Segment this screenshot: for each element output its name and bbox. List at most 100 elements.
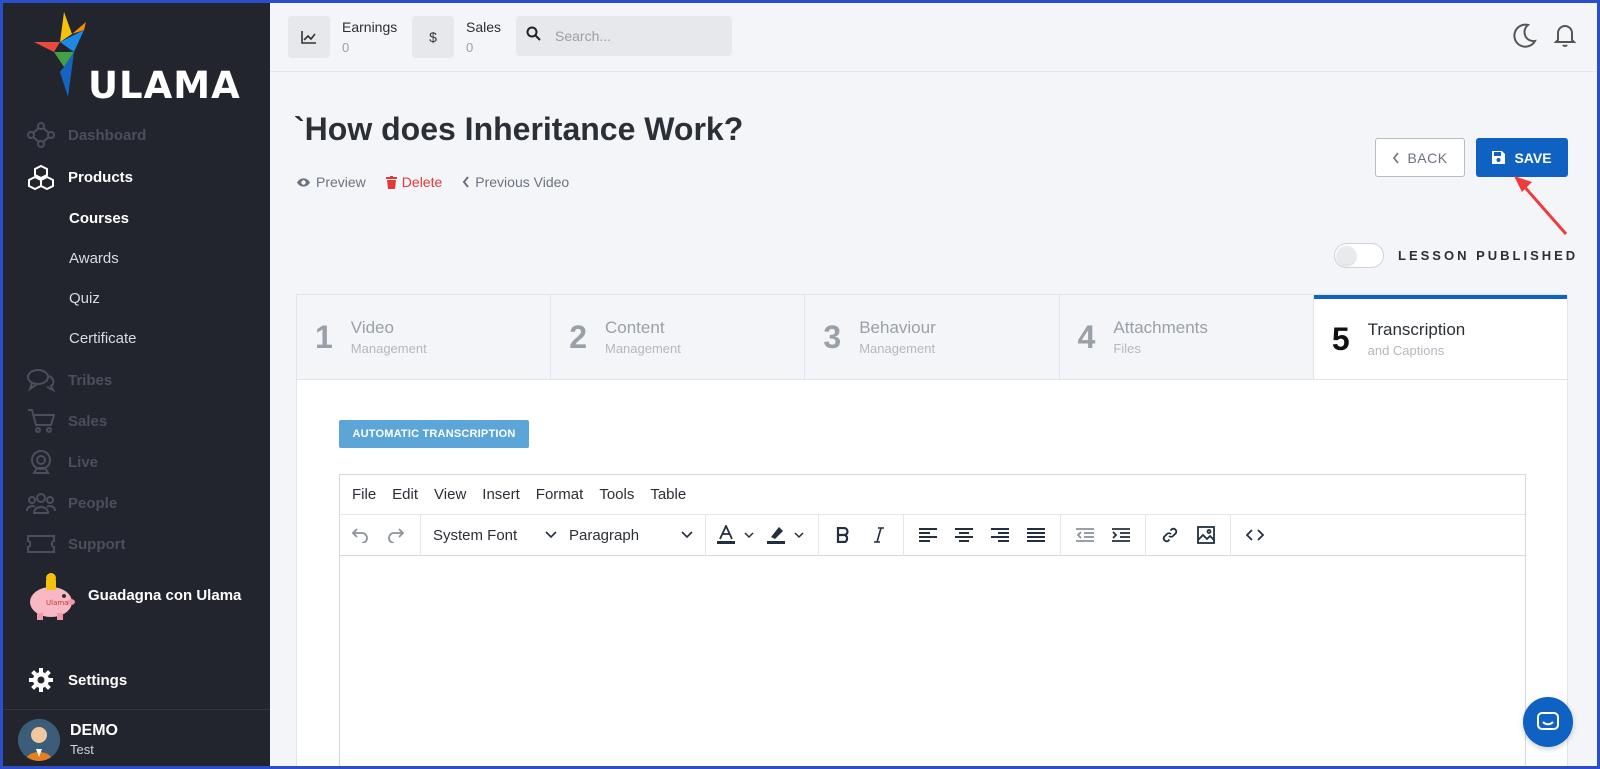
bold-button[interactable] bbox=[825, 519, 861, 551]
align-group bbox=[904, 514, 1061, 556]
align-left-button[interactable] bbox=[910, 519, 946, 551]
insert-link-button[interactable] bbox=[1152, 519, 1188, 551]
trash-icon bbox=[385, 175, 397, 189]
style-group bbox=[819, 514, 904, 556]
sidebar-subitem-courses[interactable]: Courses bbox=[69, 210, 129, 227]
editor-content-area[interactable] bbox=[340, 556, 1525, 769]
sidebar-item-tribes[interactable]: Tribes bbox=[26, 365, 112, 395]
sidebar-item-label: Support bbox=[68, 535, 126, 553]
undo-button[interactable] bbox=[342, 519, 378, 551]
insert-image-button[interactable] bbox=[1188, 519, 1224, 551]
notifications-button[interactable] bbox=[1552, 22, 1578, 48]
chat-launcher[interactable] bbox=[1523, 697, 1573, 747]
svg-text:Ulama: Ulama bbox=[46, 599, 68, 607]
highlight-color-button[interactable] bbox=[762, 519, 812, 551]
sidebar-item-settings[interactable]: Settings bbox=[26, 665, 127, 695]
tab-attachments-files[interactable]: 4 Attachments Files bbox=[1060, 295, 1314, 379]
sidebar-subitem-awards[interactable]: Awards bbox=[69, 250, 119, 267]
step-sublabel: and Captions bbox=[1367, 343, 1445, 358]
align-center-button[interactable] bbox=[946, 519, 982, 551]
menu-insert[interactable]: Insert bbox=[482, 486, 520, 503]
tab-behaviour-management[interactable]: 3 Behaviour Management bbox=[805, 295, 1060, 379]
editor-toolbar: System Font Paragraph bbox=[340, 514, 1525, 556]
menu-edit[interactable]: Edit bbox=[392, 486, 418, 503]
preview-link[interactable]: Preview bbox=[296, 174, 366, 190]
lesson-published-label: LESSON PUBLISHED bbox=[1398, 248, 1579, 263]
previous-video-link[interactable]: Previous Video bbox=[462, 174, 569, 190]
eye-icon bbox=[297, 177, 310, 187]
dark-mode-toggle[interactable] bbox=[1512, 22, 1538, 48]
menu-format[interactable]: Format bbox=[536, 486, 584, 503]
block-format-value: Paragraph bbox=[569, 526, 640, 544]
step-sublabel: Management bbox=[859, 341, 936, 356]
sidebar-item-dashboard[interactable]: Dashboard bbox=[26, 120, 146, 150]
promo-earn[interactable]: Ulama Guadagna con Ulama bbox=[24, 568, 241, 622]
align-right-icon bbox=[991, 528, 1009, 542]
brand-logo[interactable]: ULAMA bbox=[34, 12, 244, 107]
align-right-button[interactable] bbox=[982, 519, 1018, 551]
sidebar-item-products[interactable]: Products bbox=[26, 162, 133, 192]
lesson-steps: 1 Video Management 2 Content Management 3 … bbox=[296, 294, 1568, 380]
italic-button[interactable] bbox=[861, 519, 897, 551]
step-sublabel: Management bbox=[605, 341, 681, 356]
sidebar-item-label: Products bbox=[68, 168, 134, 186]
sidebar-item-sales[interactable]: Sales bbox=[26, 406, 107, 436]
user-profile[interactable]: DEMO Test bbox=[0, 709, 270, 769]
indent-button[interactable] bbox=[1103, 519, 1139, 551]
ticket-icon bbox=[26, 529, 56, 559]
redo-button[interactable] bbox=[378, 519, 414, 551]
menu-view[interactable]: View bbox=[434, 486, 466, 503]
delete-link[interactable]: Delete bbox=[385, 174, 443, 190]
chat-bubbles-icon bbox=[26, 365, 56, 395]
step-label: Behaviour bbox=[859, 318, 936, 337]
menu-table[interactable]: Table bbox=[650, 486, 686, 503]
text-color-button[interactable] bbox=[712, 519, 762, 551]
tab-transcription-captions[interactable]: 5 Transcription and Captions bbox=[1313, 295, 1568, 379]
sidebar-subitem-certificate[interactable]: Certificate bbox=[69, 330, 137, 347]
indent-group bbox=[1061, 514, 1146, 556]
menu-tools[interactable]: Tools bbox=[599, 486, 634, 503]
bold-icon bbox=[836, 527, 849, 543]
sidebar-item-label: Dashboard bbox=[68, 126, 147, 144]
chevron-left-icon bbox=[462, 176, 470, 188]
sidebar-item-label: Sales bbox=[68, 412, 108, 430]
sidebar: ULAMA Dashboard Products Courses Awards … bbox=[0, 0, 270, 769]
sidebar-item-label: Settings bbox=[68, 671, 128, 689]
back-button[interactable]: BACK bbox=[1375, 138, 1465, 177]
color-group bbox=[706, 514, 819, 556]
avatar bbox=[18, 718, 60, 761]
automatic-transcription-button[interactable]: AUTOMATIC TRANSCRIPTION bbox=[339, 420, 529, 448]
tab-content-management[interactable]: 2 Content Management bbox=[551, 295, 806, 379]
search-input[interactable] bbox=[555, 28, 715, 44]
sidebar-item-label: Live bbox=[68, 453, 99, 471]
tab-video-management[interactable]: 1 Video Management bbox=[297, 295, 552, 379]
chevron-down-icon bbox=[681, 531, 693, 539]
cart-icon bbox=[26, 406, 56, 436]
sidebar-item-people[interactable]: People bbox=[26, 488, 117, 518]
previous-video-label: Previous Video bbox=[475, 174, 570, 190]
step-number: 1 bbox=[315, 318, 333, 355]
font-family-value: System Font bbox=[433, 526, 518, 544]
step-label: Attachments bbox=[1113, 318, 1208, 337]
menu-file[interactable]: File bbox=[352, 486, 376, 503]
delete-label: Delete bbox=[401, 174, 443, 190]
sales-label: Sales bbox=[466, 19, 502, 35]
earnings-label: Earnings bbox=[342, 19, 398, 35]
justify-button[interactable] bbox=[1018, 519, 1054, 551]
font-family-select[interactable]: System Font bbox=[427, 519, 563, 551]
block-format-select[interactable]: Paragraph bbox=[563, 519, 699, 551]
sidebar-item-live[interactable]: Live bbox=[26, 447, 98, 477]
search-icon bbox=[526, 26, 541, 46]
preview-label: Preview bbox=[316, 174, 366, 190]
lesson-published-toggle[interactable] bbox=[1334, 243, 1384, 268]
editor-menubar: File Edit View Insert Format Tools Table bbox=[340, 475, 1525, 515]
source-code-button[interactable] bbox=[1237, 519, 1273, 551]
bird-logo-icon bbox=[34, 12, 86, 97]
sidebar-item-support[interactable]: Support bbox=[26, 529, 126, 559]
sidebar-subitem-quiz[interactable]: Quiz bbox=[69, 290, 100, 307]
align-center-icon bbox=[955, 528, 973, 542]
outdent-button[interactable] bbox=[1067, 519, 1103, 551]
trend-chart-icon bbox=[288, 16, 330, 58]
earnings-value: 0 bbox=[342, 40, 350, 55]
page-title: `How does Inheritance Work? bbox=[294, 111, 744, 147]
